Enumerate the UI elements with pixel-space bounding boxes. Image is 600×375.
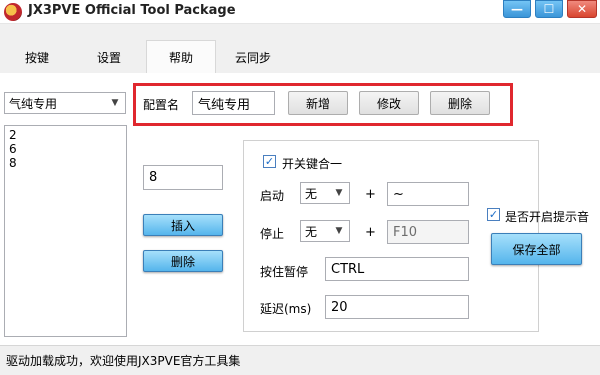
- list-item[interactable]: 6: [9, 142, 122, 156]
- profile-select[interactable]: 气纯专用 ▼: [4, 92, 126, 114]
- sound-prompt-label: 是否开启提示音: [505, 210, 590, 224]
- status-message: 驱动加载成功，欢迎使用JX3PVE官方工具集: [6, 354, 241, 368]
- config-name-input[interactable]: 气纯专用: [192, 91, 275, 115]
- toggle-checkbox-label: 开关键合一: [282, 157, 343, 171]
- tab-cloud-sync[interactable]: 云同步: [218, 40, 288, 74]
- stop-modifier-value: 无: [305, 224, 318, 239]
- list-item[interactable]: 8: [9, 156, 122, 170]
- save-all-button[interactable]: 保存全部: [491, 233, 582, 265]
- list-item[interactable]: 2: [9, 128, 122, 142]
- window-title: JX3PVE Official Tool Package: [28, 3, 236, 18]
- minimize-button[interactable]: —: [503, 0, 531, 18]
- app-window: JX3PVE Official Tool Package — ☐ ✕ 按键 设置…: [0, 0, 600, 375]
- delete-config-button[interactable]: 删除: [430, 91, 490, 115]
- start-key-input[interactable]: ~: [387, 182, 469, 206]
- plus-sign: +: [365, 187, 376, 202]
- app-logo-icon: [4, 3, 22, 21]
- chevron-down-icon: ▼: [335, 226, 343, 236]
- sound-prompt-checkbox[interactable]: ✓: [487, 208, 500, 221]
- status-bar: 驱动加载成功，欢迎使用JX3PVE官方工具集: [0, 345, 600, 375]
- tab-keys[interactable]: 按键: [2, 40, 72, 74]
- chevron-down-icon: ▼: [111, 98, 119, 108]
- delay-input[interactable]: 20: [325, 295, 469, 319]
- profile-select-value: 气纯专用: [9, 96, 58, 111]
- hold-key-input[interactable]: CTRL: [325, 257, 469, 281]
- maximize-button[interactable]: ☐: [535, 0, 563, 18]
- modify-config-button[interactable]: 修改: [359, 91, 419, 115]
- toggle-checkbox[interactable]: ✓: [263, 155, 276, 168]
- add-config-button[interactable]: 新增: [288, 91, 348, 115]
- start-label: 启动: [260, 189, 285, 203]
- close-button[interactable]: ✕: [567, 0, 597, 18]
- stop-modifier-select[interactable]: 无 ▼: [300, 220, 350, 242]
- delay-label: 延迟(ms): [260, 302, 312, 316]
- tab-help[interactable]: 帮助: [146, 40, 216, 74]
- plus-sign: +: [365, 225, 376, 240]
- start-modifier-select[interactable]: 无 ▼: [300, 182, 350, 204]
- config-name-label: 配置名: [143, 98, 180, 112]
- insert-button[interactable]: 插入: [143, 214, 223, 236]
- start-modifier-value: 无: [305, 186, 318, 201]
- title-bar: JX3PVE Official Tool Package — ☐ ✕: [0, 0, 600, 24]
- stop-label: 停止: [260, 227, 285, 241]
- remove-key-button[interactable]: 删除: [143, 250, 223, 272]
- tab-bar: 按键 设置 帮助 云同步: [0, 40, 600, 74]
- key-list[interactable]: 2 6 8: [4, 125, 127, 337]
- stop-key-input: F10: [387, 220, 469, 244]
- key-input[interactable]: 8: [143, 165, 223, 190]
- hold-pause-label: 按住暂停: [260, 265, 309, 279]
- tab-settings[interactable]: 设置: [74, 40, 144, 74]
- chevron-down-icon: ▼: [335, 188, 343, 198]
